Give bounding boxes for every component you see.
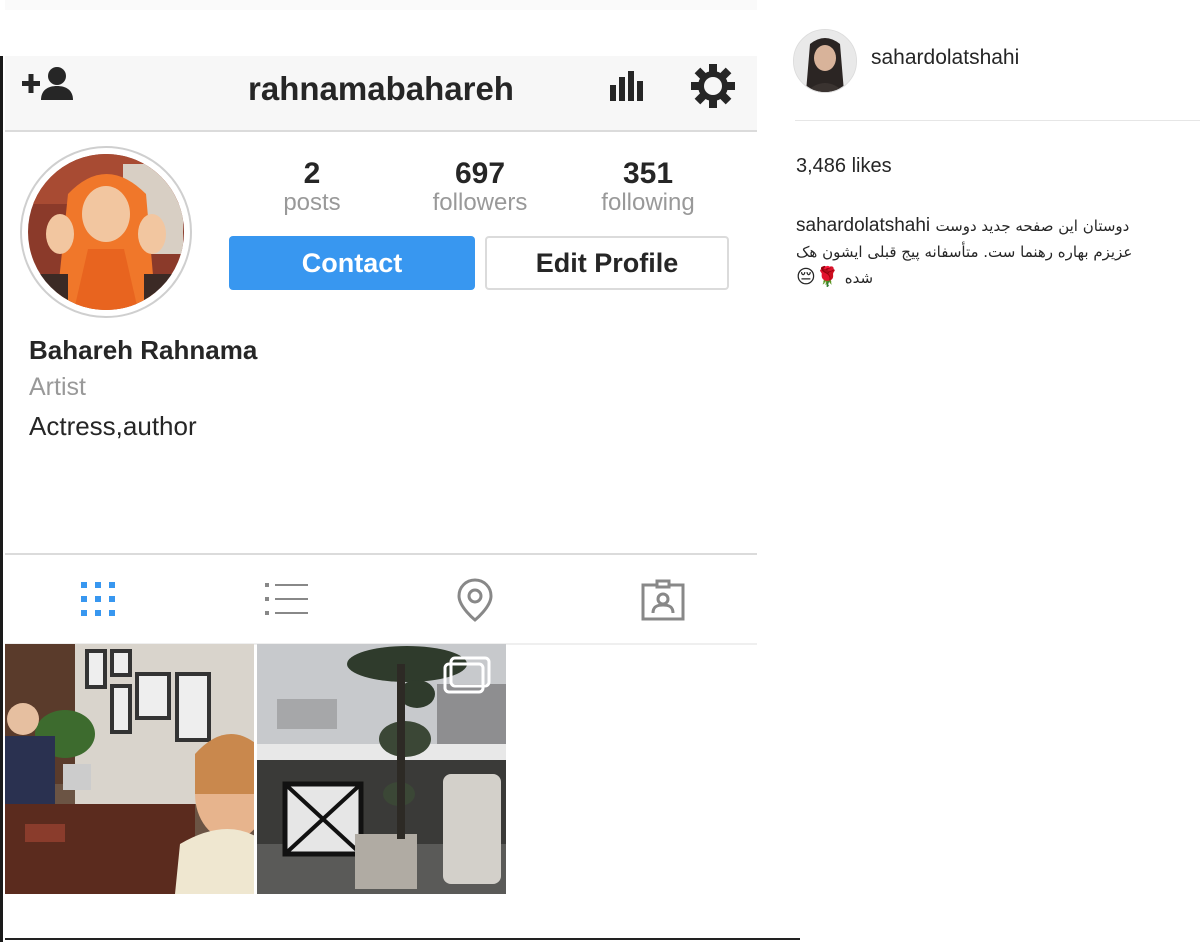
post-thumbnail-carousel[interactable] — [257, 644, 506, 894]
edit-profile-button[interactable]: Edit Profile — [485, 236, 729, 290]
list-icon[interactable] — [265, 582, 309, 621]
caption-username[interactable]: sahardolatshahi — [796, 215, 930, 236]
post-author-avatar[interactable] — [793, 29, 857, 93]
stat-following[interactable]: 351 following — [568, 158, 728, 216]
grid-icon[interactable] — [80, 581, 116, 622]
posts-label: posts — [283, 189, 341, 216]
post-header-divider — [795, 120, 1200, 121]
stat-posts[interactable]: 2 posts — [232, 158, 392, 216]
post-author-username[interactable]: sahardolatshahi — [871, 46, 1019, 70]
post-thumbnail[interactable] — [5, 644, 254, 894]
add-user-icon[interactable] — [22, 66, 76, 107]
caption-line-1: دوستان این صفحه جدید دوست — [935, 217, 1130, 235]
following-label: following — [601, 189, 695, 216]
profile-category: Artist — [29, 373, 86, 401]
followers-count: 697 — [454, 157, 506, 190]
location-pin-icon[interactable] — [457, 578, 493, 627]
gear-icon[interactable] — [690, 63, 736, 114]
top-strip — [5, 0, 757, 10]
following-count: 351 — [622, 157, 674, 190]
avatar-photo — [28, 154, 184, 310]
post-detail-panel — [760, 0, 1200, 942]
post-caption: sahardolatshahi دوستان این صفحه جدید دوس… — [796, 213, 1196, 291]
profile-bio: Actress,author — [29, 411, 197, 441]
profile-avatar[interactable] — [20, 146, 192, 318]
followers-label: followers — [432, 189, 528, 216]
stat-followers[interactable]: 697 followers — [400, 158, 560, 216]
posts-count: 2 — [303, 157, 321, 190]
contact-button[interactable]: Contact — [229, 236, 475, 290]
caption-line-3: شده — [844, 269, 874, 287]
profile-full-name: Bahareh Rahnama — [29, 335, 258, 365]
tagged-icon[interactable] — [641, 579, 685, 626]
insights-icon[interactable] — [609, 67, 645, 108]
post-likes[interactable]: 3,486 likes — [796, 155, 892, 178]
bottom-border — [5, 938, 800, 940]
caption-emoji: 😔🌹 — [796, 267, 840, 288]
caption-line-2: عزیزم بهاره رهنما ست. متأسفانه پیج قبلی … — [796, 243, 1133, 261]
